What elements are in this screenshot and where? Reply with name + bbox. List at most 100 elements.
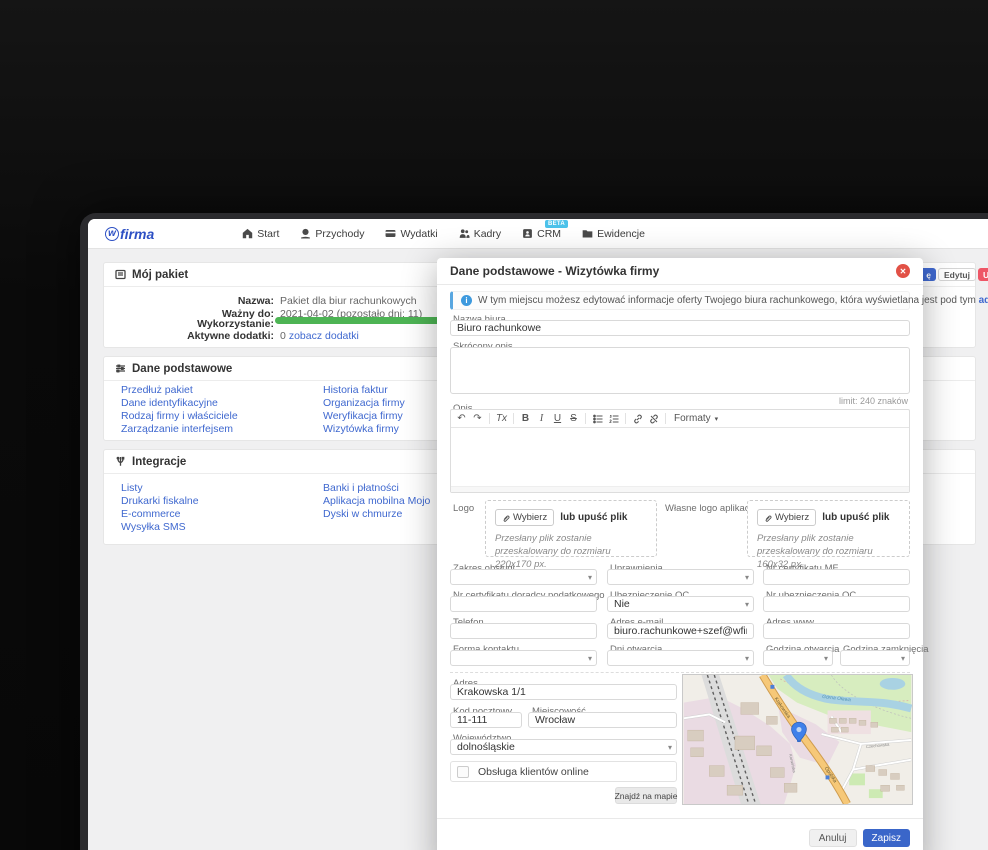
miejscowosc-input[interactable] [528, 712, 677, 728]
cert-mf-input[interactable] [763, 569, 910, 585]
chevron-down-icon: ▾ [823, 654, 828, 663]
link-wizytowka-firmy[interactable]: Wizytówka firmy [323, 424, 405, 435]
link-drukarki-fiskalne[interactable]: Drukarki fiskalne [121, 496, 199, 507]
insert-link-icon[interactable] [630, 412, 645, 426]
top-navbar: w firma Start Przychody Wydatki Kadry CRM [88, 219, 988, 249]
char-limit-note: limit: 240 znaków [838, 396, 908, 406]
bold-icon[interactable]: B [518, 412, 533, 426]
save-button[interactable]: Zapisz [862, 829, 910, 847]
nav-item-crm[interactable]: CRM BETA [522, 219, 569, 240]
card-title: Mój pakiet [132, 268, 189, 281]
zobacz-dodatki-link[interactable]: zobacz dodatki [289, 331, 359, 342]
link-dyski-chmura[interactable]: Dyski w chmurze [323, 509, 430, 520]
card-title: Dane podstawowe [132, 362, 233, 375]
italic-icon[interactable]: I [534, 412, 549, 426]
undo-icon[interactable]: ↶ [454, 412, 469, 426]
cert-doradcy-input[interactable] [450, 596, 597, 612]
logo-choose-button[interactable]: Wybierz [495, 509, 555, 526]
online-service-row: Obsługa klientów online [450, 761, 677, 782]
logo-label: Logo [453, 503, 475, 514]
editor-content-area[interactable] [451, 428, 909, 482]
link-zarzadzanie-interfejsem[interactable]: Zarządzanie interfejsem [121, 424, 238, 435]
card-icon [386, 229, 396, 238]
find-on-map-button[interactable]: Znajdź na mapie [615, 787, 677, 804]
nav-item-ewidencje[interactable]: Ewidencje [582, 228, 645, 240]
logo-dropzone[interactable]: Wybierz lub upuść plik Przesłany plik zo… [485, 500, 657, 570]
toolbar-divider [665, 413, 666, 424]
nazwa-biura-input[interactable] [450, 320, 910, 336]
link-listy[interactable]: Listy [121, 483, 199, 494]
close-icon[interactable]: ✕ [896, 264, 910, 278]
forma-select[interactable]: ▾ [450, 650, 597, 666]
bullet-list-icon[interactable] [590, 412, 605, 426]
email-input[interactable] [607, 623, 754, 639]
strikethrough-icon[interactable]: S [566, 412, 581, 426]
folder-icon [582, 230, 593, 238]
nr-oc-input[interactable] [763, 596, 910, 612]
row-value: Pakiet dla biur rachunkowych [280, 295, 417, 307]
chevron-down-icon: ▾ [744, 654, 749, 663]
formats-dropdown[interactable]: Formaty ▾ [670, 413, 722, 424]
wojewodztwo-select[interactable]: dolnośląskie ▾ [450, 739, 677, 755]
godz-zam-select[interactable]: ▾ [840, 650, 910, 666]
card-title: Integracje [132, 455, 187, 468]
modal-title: Dane podstawowe - Wizytówka firmy [450, 264, 660, 278]
zakres-select[interactable]: ▾ [450, 569, 597, 585]
nav-label: Ewidencje [597, 227, 645, 240]
uprawnienia-select[interactable]: ▾ [607, 569, 754, 585]
numbered-list-icon[interactable] [606, 412, 621, 426]
paperclip-icon [765, 515, 772, 522]
logo-app-choose-button[interactable]: Wybierz [757, 509, 817, 526]
map-canvas: Krakowska Opolska Górna Oława Czechowska… [683, 675, 912, 804]
link-wysylka-sms[interactable]: Wysyłka SMS [121, 522, 199, 533]
link-dane-identyfikacyjne[interactable]: Dane identyfikacyjne [121, 398, 238, 409]
toolbar-divider [513, 413, 514, 424]
wfirma-logo[interactable]: w firma [105, 226, 154, 242]
link-weryfikacja-firmy[interactable]: Weryfikacja firmy [323, 411, 405, 422]
link-aplikacja-mojo[interactable]: Aplikacja mobilna Mojo [323, 496, 430, 507]
app-screen: w firma Start Przychody Wydatki Kadry CRM [88, 219, 988, 850]
info-icon: i [461, 295, 472, 306]
sliders-icon [116, 364, 125, 373]
dni-select[interactable]: ▾ [607, 650, 754, 666]
link-banki-platnosci[interactable]: Banki i płatności [323, 483, 430, 494]
kod-pocztowy-input[interactable] [450, 712, 522, 728]
godz-otw-select[interactable]: ▾ [763, 650, 833, 666]
online-service-checkbox[interactable] [457, 765, 469, 778]
cancel-button[interactable]: Anuluj [808, 829, 857, 847]
adres-input[interactable] [450, 684, 677, 700]
integracje-links-left: Listy Drukarki fiskalne E-commerce Wysył… [121, 483, 199, 533]
remove-format-icon[interactable]: Tx [494, 412, 509, 426]
nav-item-wydatki[interactable]: Wydatki [385, 228, 438, 240]
remove-link-icon[interactable] [646, 412, 661, 426]
www-input[interactable] [763, 623, 910, 639]
delete-button[interactable]: Usuń [977, 268, 988, 281]
nav-label: CRM [537, 227, 562, 240]
nav-items: Start Przychody Wydatki Kadry CRM BETA E… [242, 219, 645, 240]
info-alert: i W tym miejscu możesz edytować informac… [450, 291, 988, 310]
adresem-link[interactable]: adresem [979, 295, 988, 306]
nav-item-kadry[interactable]: Kadry [459, 228, 501, 240]
beta-badge: BETA [544, 219, 569, 228]
pakiet-row-wykorzystanie: Wykorzystanie: [109, 319, 274, 330]
redo-icon[interactable]: ↷ [470, 412, 485, 426]
link-organizacja-firmy[interactable]: Organizacja firmy [323, 398, 405, 409]
underline-icon[interactable]: U [550, 412, 565, 426]
skrocony-opis-textarea[interactable] [450, 347, 910, 394]
oc-select[interactable]: Nie ▾ [607, 596, 754, 612]
link-historia-faktur[interactable]: Historia faktur [323, 385, 405, 396]
map[interactable]: Krakowska Opolska Górna Oława Czechowska… [682, 674, 913, 805]
nav-item-start[interactable]: Start [242, 228, 279, 240]
link-rodzaj-firmy[interactable]: Rodzaj firmy i właściciele [121, 411, 238, 422]
edit-button[interactable]: Edytuj [938, 268, 976, 281]
telefon-input[interactable] [450, 623, 597, 639]
logo-app-dropzone[interactable]: Wybierz lub upuść plik Przesłany plik zo… [747, 500, 910, 570]
monitor-frame: w firma Start Przychody Wydatki Kadry CRM [80, 213, 988, 850]
logo-text: firma [120, 225, 155, 242]
link-przedluz-pakiet[interactable]: Przedłuż pakiet [121, 385, 238, 396]
nav-item-przychody[interactable]: Przychody [300, 228, 364, 240]
pakiet-row-dodatki: Aktywne dodatki: 0 zobacz dodatki [109, 331, 359, 342]
pakiet-row-nazwa: Nazwa: Pakiet dla biur rachunkowych [109, 296, 417, 307]
link-ecommerce[interactable]: E-commerce [121, 509, 199, 520]
dane-links-right: Historia faktur Organizacja firmy Weryfi… [323, 385, 405, 435]
